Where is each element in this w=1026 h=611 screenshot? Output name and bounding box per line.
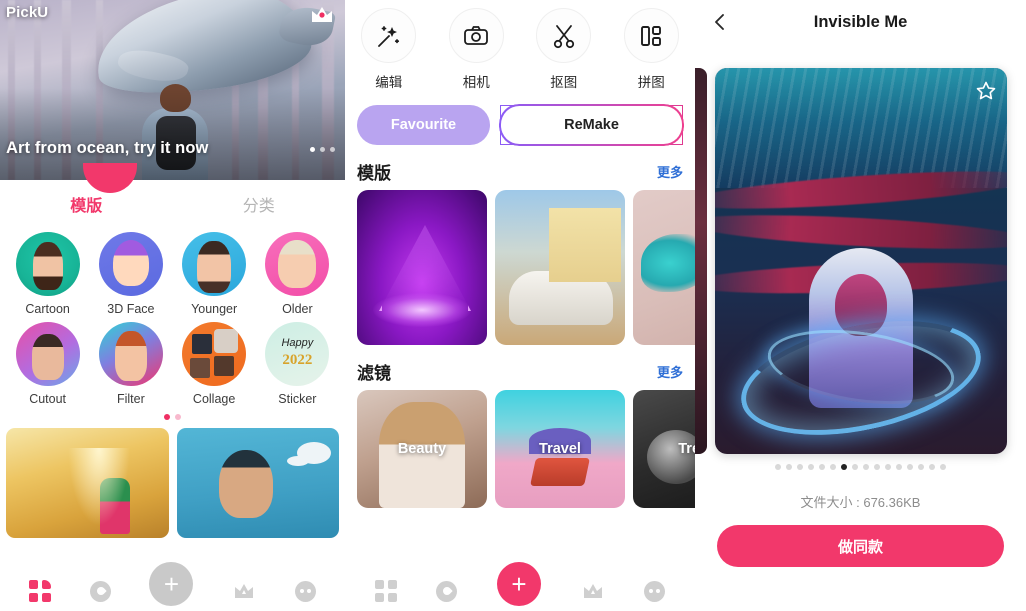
home-tabs: 模版 分类 [0,163,346,228]
tool-label: 编辑 [375,75,403,90]
plus-icon[interactable]: + [496,562,541,606]
tool-cutout[interactable]: 抠图 [520,8,608,91]
crown-icon[interactable] [232,582,256,600]
feature-grid: Cartoon 3D Face Younger Older Cutout Fil… [0,228,345,406]
bottom-navbar: + [0,562,345,611]
grid-icon[interactable] [29,580,52,602]
feature-label: Sticker [278,392,317,406]
crown-icon[interactable] [581,582,605,600]
three-panel-screenshot: PickU Art from ocean, try it now 模版 分类 C… [0,0,1026,611]
panel-detail: Invisible Me 文件大小 : 676.36KB 做同款 [695,0,1026,611]
filter-card-row[interactable]: Beauty Travel Trend [345,390,695,508]
image-carousel-dots[interactable] [695,464,1026,470]
preview-image[interactable] [714,68,1007,454]
feature-label: Older [282,302,313,316]
sticker-thumbnail [265,322,330,386]
feature-label: Cutout [29,392,67,406]
feature-label: Cartoon [25,302,70,316]
face-icon[interactable] [644,580,666,602]
bottom-card-row [0,420,345,538]
page-title: Invisible Me [813,12,908,31]
filter-thumbnail [98,322,163,386]
section-title: 模版 [357,164,391,183]
compass-icon[interactable] [89,580,111,602]
detail-header: Invisible Me [695,0,1026,44]
feature-younger[interactable]: Younger [173,232,256,316]
filter-card-label: Travel [539,441,581,457]
face-icon[interactable] [294,580,316,602]
tool-label: 相机 [462,75,490,90]
plus-icon[interactable]: + [149,562,194,606]
collage-grid-icon [623,8,679,63]
tab-indicator-bump [83,163,137,193]
feature-label: Younger [191,302,238,316]
feature-collage[interactable]: Collage [173,322,256,406]
hero-caption: Art from ocean, try it now [6,139,209,157]
segment-control: Favourite ReMake [345,91,695,145]
app-name-overlay: PickU [6,4,49,21]
comic-portrait-template-card[interactable] [176,428,339,538]
paint-splash-template-card[interactable] [633,190,695,345]
feature-label: Collage [192,392,236,406]
hero-carousel-dots[interactable] [310,147,335,152]
feature-cutout[interactable]: Cutout [6,322,89,406]
tool-collage[interactable]: 拼图 [608,8,696,91]
segment-remake[interactable]: ReMake [500,105,683,145]
scissors-icon [536,8,592,63]
beauty-filter-card[interactable]: Beauty [357,390,487,508]
vintage-car-template-card[interactable] [495,190,625,345]
feature-label: Filter [116,392,145,406]
segment-favourite[interactable]: Favourite [357,105,490,145]
older-thumbnail [265,232,330,296]
file-size-label: 文件大小 : 676.36KB [800,495,921,510]
feature-cartoon[interactable]: Cartoon [6,232,89,316]
ceiling-detail [714,68,1007,188]
section-more-link[interactable]: 更多 [657,162,683,181]
feature-label: 3D Face [107,302,155,316]
bottom-navbar: + [345,562,695,611]
travel-filter-card[interactable]: Travel [495,390,625,508]
taj-mahal-template-card[interactable] [6,428,169,538]
tool-label: 抠图 [550,75,578,90]
panel-home: PickU Art from ocean, try it now 模版 分类 C… [0,0,345,611]
magic-wand-icon [361,8,417,63]
section-more-link[interactable]: 更多 [657,362,683,381]
crown-icon[interactable] [310,5,334,24]
trend-filter-card[interactable]: Trend [633,390,695,508]
feature-3d-face[interactable]: 3D Face [89,232,172,316]
tab-templates[interactable]: 模版 [0,192,173,216]
feature-filter[interactable]: Filter [89,322,172,406]
tool-camera[interactable]: 相机 [433,8,521,91]
tab-categories[interactable]: 分类 [173,192,346,216]
cartoon-thumbnail [15,232,80,296]
panel-tools: 编辑 相机 抠图 拼图 Favourite ReMake 模版 更多 滤镜 更多… [345,0,695,611]
previous-image-sliver[interactable] [695,68,707,454]
tool-edit[interactable]: 编辑 [345,8,433,91]
3d-face-thumbnail [98,232,163,296]
template-card-row[interactable] [345,190,695,345]
younger-thumbnail [182,232,247,296]
section-header-filters: 滤镜 更多 [345,345,695,390]
compass-icon[interactable] [436,580,458,602]
filter-card-label: Beauty [397,441,447,457]
cutout-thumbnail [15,322,80,386]
feature-older[interactable]: Older [256,232,339,316]
feature-sticker[interactable]: Sticker [256,322,339,406]
grid-icon[interactable] [374,580,397,602]
section-title: 滤镜 [357,364,391,383]
image-stage [695,44,1026,454]
tool-label: 拼图 [637,75,665,90]
neon-triangle-template-card[interactable] [357,190,487,345]
camera-icon [448,8,504,63]
section-header-templates: 模版 更多 [345,145,695,190]
tool-row: 编辑 相机 抠图 拼图 [345,0,695,91]
make-same-button[interactable]: 做同款 [717,525,1004,567]
collage-thumbnail [182,322,247,386]
filter-card-label: Trend [678,441,695,457]
hero-banner[interactable]: PickU Art from ocean, try it now [0,0,345,180]
star-outline-icon[interactable] [975,80,997,102]
hero-gradient-overlay [0,88,345,180]
